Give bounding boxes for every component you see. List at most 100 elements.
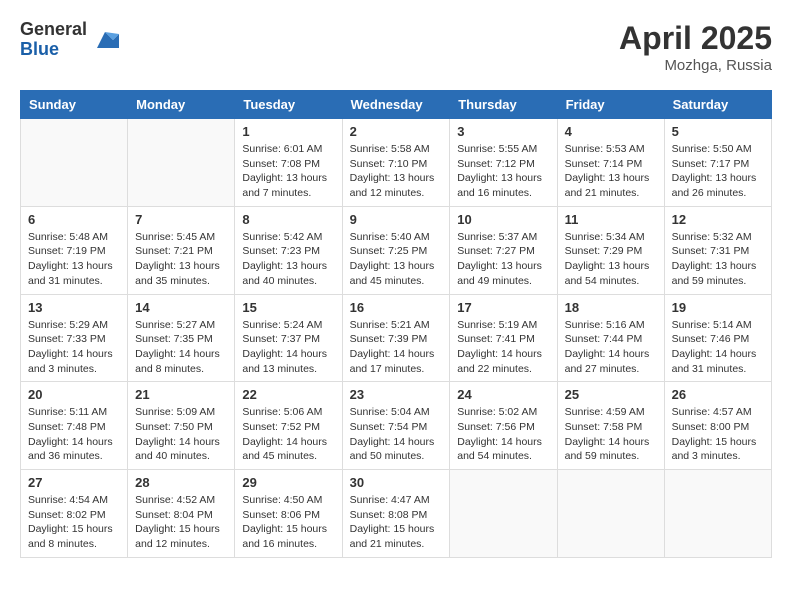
day-number: 24 (457, 387, 549, 402)
day-number: 20 (28, 387, 120, 402)
day-number: 16 (350, 300, 443, 315)
day-number: 25 (565, 387, 657, 402)
day-content: Sunrise: 5:37 AM Sunset: 7:27 PM Dayligh… (457, 230, 549, 289)
month-year-title: April 2025 (619, 20, 772, 57)
calendar-week-row: 13 Sunrise: 5:29 AM Sunset: 7:33 PM Dayli… (21, 294, 772, 382)
day-content: Sunrise: 5:24 AM Sunset: 7:37 PM Dayligh… (242, 318, 334, 377)
weekday-header-monday: Monday (128, 91, 235, 119)
day-content: Sunrise: 5:48 AM Sunset: 7:19 PM Dayligh… (28, 230, 120, 289)
day-content: Sunrise: 5:42 AM Sunset: 7:23 PM Dayligh… (242, 230, 334, 289)
day-content: Sunrise: 5:55 AM Sunset: 7:12 PM Dayligh… (457, 142, 549, 201)
day-number: 29 (242, 475, 334, 490)
day-number: 12 (672, 212, 764, 227)
calendar-week-row: 27 Sunrise: 4:54 AM Sunset: 8:02 PM Dayli… (21, 470, 772, 558)
day-number: 19 (672, 300, 764, 315)
day-number: 2 (350, 124, 443, 139)
logo-icon (91, 26, 119, 54)
calendar-cell: 1Sunrise: 6:01 AM Sunset: 7:08 PM Daylig… (235, 119, 342, 207)
calendar-cell: 21Sunrise: 5:09 AM Sunset: 7:50 PM Dayli… (128, 382, 235, 470)
calendar-cell: 28Sunrise: 4:52 AM Sunset: 8:04 PM Dayli… (128, 470, 235, 558)
day-content: Sunrise: 5:32 AM Sunset: 7:31 PM Dayligh… (672, 230, 764, 289)
calendar-cell: 9 Sunrise: 5:40 AM Sunset: 7:25 PM Daylig… (342, 206, 450, 294)
calendar-cell: 2 Sunrise: 5:58 AM Sunset: 7:10 PM Daylig… (342, 119, 450, 207)
calendar-cell: 13 Sunrise: 5:29 AM Sunset: 7:33 PM Dayli… (21, 294, 128, 382)
calendar-cell (557, 470, 664, 558)
calendar-cell: 8 Sunrise: 5:42 AM Sunset: 7:23 PM Daylig… (235, 206, 342, 294)
calendar-cell: 6 Sunrise: 5:48 AM Sunset: 7:19 PM Daylig… (21, 206, 128, 294)
day-number: 15 (242, 300, 334, 315)
day-content: Sunrise: 5:58 AM Sunset: 7:10 PM Dayligh… (350, 142, 443, 201)
calendar-cell: 26 Sunrise: 4:57 AM Sunset: 8:00 PM Dayli… (664, 382, 771, 470)
day-content: Sunrise: 4:50 AM Sunset: 8:06 PM Dayligh… (242, 493, 334, 552)
day-content: Sunrise: 5:53 AM Sunset: 7:14 PM Dayligh… (565, 142, 657, 201)
day-content: Sunrise: 5:21 AM Sunset: 7:39 PM Dayligh… (350, 318, 443, 377)
day-number: 8 (242, 212, 334, 227)
day-number: 5 (672, 124, 764, 139)
calendar-cell: 23 Sunrise: 5:04 AM Sunset: 7:54 PM Dayli… (342, 382, 450, 470)
day-content: Sunrise: 5:02 AM Sunset: 7:56 PM Dayligh… (457, 405, 549, 464)
calendar-cell (21, 119, 128, 207)
calendar-cell: 30Sunrise: 4:47 AM Sunset: 8:08 PM Dayli… (342, 470, 450, 558)
day-content: Sunrise: 5:06 AM Sunset: 7:52 PM Dayligh… (242, 405, 334, 464)
calendar-cell: 7 Sunrise: 5:45 AM Sunset: 7:21 PM Daylig… (128, 206, 235, 294)
calendar-cell: 20 Sunrise: 5:11 AM Sunset: 7:48 PM Dayli… (21, 382, 128, 470)
day-number: 17 (457, 300, 549, 315)
day-number: 11 (565, 212, 657, 227)
calendar-cell: 16 Sunrise: 5:21 AM Sunset: 7:39 PM Dayli… (342, 294, 450, 382)
weekday-header-tuesday: Tuesday (235, 91, 342, 119)
day-number: 3 (457, 124, 549, 139)
calendar-cell: 29 Sunrise: 4:50 AM Sunset: 8:06 PM Dayli… (235, 470, 342, 558)
day-content: Sunrise: 5:40 AM Sunset: 7:25 PM Dayligh… (350, 230, 443, 289)
weekday-header-thursday: Thursday (450, 91, 557, 119)
day-number: 18 (565, 300, 657, 315)
day-number: 14 (135, 300, 227, 315)
logo-general-text: General (20, 20, 87, 40)
calendar-week-row: 6 Sunrise: 5:48 AM Sunset: 7:19 PM Daylig… (21, 206, 772, 294)
day-content: Sunrise: 4:54 AM Sunset: 8:02 PM Dayligh… (28, 493, 120, 552)
logo: General Blue (20, 20, 119, 60)
day-number: 4 (565, 124, 657, 139)
day-number: 7 (135, 212, 227, 227)
calendar-cell (128, 119, 235, 207)
calendar-week-row: 20 Sunrise: 5:11 AM Sunset: 7:48 PM Dayli… (21, 382, 772, 470)
calendar-cell: 5 Sunrise: 5:50 AM Sunset: 7:17 PM Daylig… (664, 119, 771, 207)
day-number: 28 (135, 475, 227, 490)
day-number: 27 (28, 475, 120, 490)
day-content: Sunrise: 4:59 AM Sunset: 7:58 PM Dayligh… (565, 405, 657, 464)
day-number: 30 (350, 475, 443, 490)
logo-blue-text: Blue (20, 40, 87, 60)
day-number: 9 (350, 212, 443, 227)
calendar-cell: 11Sunrise: 5:34 AM Sunset: 7:29 PM Dayli… (557, 206, 664, 294)
calendar-week-row: 1Sunrise: 6:01 AM Sunset: 7:08 PM Daylig… (21, 119, 772, 207)
title-area: April 2025 Mozhga, Russia (619, 20, 772, 74)
weekday-header-saturday: Saturday (664, 91, 771, 119)
day-number: 26 (672, 387, 764, 402)
calendar-cell: 22Sunrise: 5:06 AM Sunset: 7:52 PM Dayli… (235, 382, 342, 470)
location-subtitle: Mozhga, Russia (619, 57, 772, 74)
day-number: 13 (28, 300, 120, 315)
calendar-cell: 4 Sunrise: 5:53 AM Sunset: 7:14 PM Daylig… (557, 119, 664, 207)
calendar-cell: 17Sunrise: 5:19 AM Sunset: 7:41 PM Dayli… (450, 294, 557, 382)
weekday-header-row: SundayMondayTuesdayWednesdayThursdayFrid… (21, 91, 772, 119)
day-content: Sunrise: 5:50 AM Sunset: 7:17 PM Dayligh… (672, 142, 764, 201)
day-number: 23 (350, 387, 443, 402)
calendar-cell (450, 470, 557, 558)
day-content: Sunrise: 5:11 AM Sunset: 7:48 PM Dayligh… (28, 405, 120, 464)
weekday-header-sunday: Sunday (21, 91, 128, 119)
day-content: Sunrise: 5:27 AM Sunset: 7:35 PM Dayligh… (135, 318, 227, 377)
day-content: Sunrise: 4:57 AM Sunset: 8:00 PM Dayligh… (672, 405, 764, 464)
weekday-header-friday: Friday (557, 91, 664, 119)
calendar-cell: 10Sunrise: 5:37 AM Sunset: 7:27 PM Dayli… (450, 206, 557, 294)
day-content: Sunrise: 6:01 AM Sunset: 7:08 PM Dayligh… (242, 142, 334, 201)
calendar-cell: 18Sunrise: 5:16 AM Sunset: 7:44 PM Dayli… (557, 294, 664, 382)
day-number: 6 (28, 212, 120, 227)
day-content: Sunrise: 5:45 AM Sunset: 7:21 PM Dayligh… (135, 230, 227, 289)
day-content: Sunrise: 5:29 AM Sunset: 7:33 PM Dayligh… (28, 318, 120, 377)
calendar-cell: 3 Sunrise: 5:55 AM Sunset: 7:12 PM Daylig… (450, 119, 557, 207)
calendar-cell: 14 Sunrise: 5:27 AM Sunset: 7:35 PM Dayli… (128, 294, 235, 382)
calendar-cell: 27 Sunrise: 4:54 AM Sunset: 8:02 PM Dayli… (21, 470, 128, 558)
calendar-cell (664, 470, 771, 558)
day-content: Sunrise: 5:04 AM Sunset: 7:54 PM Dayligh… (350, 405, 443, 464)
calendar-cell: 24 Sunrise: 5:02 AM Sunset: 7:56 PM Dayli… (450, 382, 557, 470)
calendar-cell: 19Sunrise: 5:14 AM Sunset: 7:46 PM Dayli… (664, 294, 771, 382)
